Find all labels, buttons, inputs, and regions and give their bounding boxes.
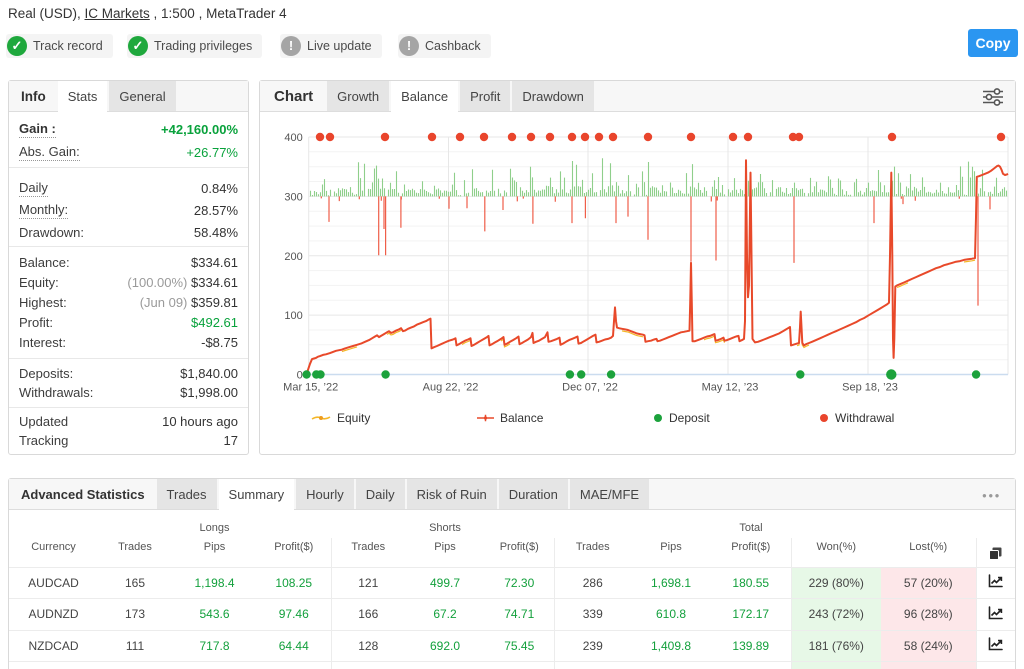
svg-text:Balance: Balance	[500, 411, 544, 425]
svg-text:400: 400	[284, 132, 302, 144]
svg-text:Sep 18, ’23: Sep 18, ’23	[842, 382, 898, 394]
svg-text:Deposit: Deposit	[669, 411, 710, 425]
svg-text:Aug 22, ’22: Aug 22, ’22	[423, 382, 479, 394]
svg-text:100: 100	[284, 310, 302, 322]
svg-text:Dec 07, ’22: Dec 07, ’22	[562, 382, 618, 394]
svg-text:300: 300	[284, 191, 302, 203]
svg-text:May 12, ’23: May 12, ’23	[702, 382, 759, 394]
svg-text:200: 200	[284, 251, 302, 263]
svg-text:Withdrawal: Withdrawal	[835, 411, 894, 425]
svg-text:Mar 15, ’22: Mar 15, ’22	[283, 382, 338, 394]
svg-text:0: 0	[297, 370, 303, 382]
svg-text:Equity: Equity	[337, 411, 370, 425]
